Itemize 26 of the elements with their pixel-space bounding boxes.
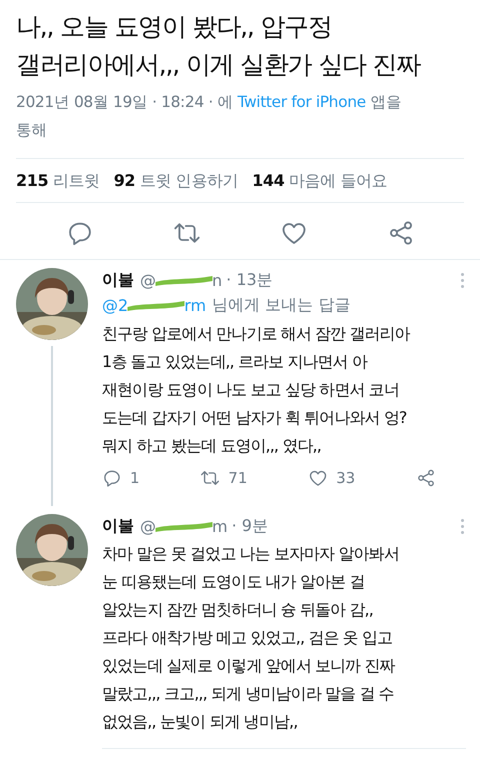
reply-text: 친구랑 압로에서 만나기로 해서 잠깐 갤러리아 1층 돌고 있었는데,, 르라보 지나면서 아 재현이랑 됴영이 나도 보고 싶당 하면서 코너 도는데 갑자기 어떤 남자가 휙 튀어나와서 엉? 뭐지 하고 봤는데 됴영이,,, 였다,, [102,323,412,457]
user-handle: n [212,270,222,290]
stat-link[interactable]: 215 리트윗 [16,171,100,192]
tweet-text: 나,, 오늘 됴영이 봤다,, 압구정 갤러리아에서,,, 이게 실환가 싶다 진짜 [16,11,422,81]
stat-link[interactable]: 92 트윗 인용하기 [114,171,238,192]
redaction-mark [126,299,186,311]
reply-text: 차마 말은 못 걸었고 나는 보자마자 알아봐서 눈 띠용됐는데 됴영이도 내가 알아본 걸 알았는지 잠깐 멈칫하더니 슝 뒤돌아 감,, 프라다 애착가방 메고 있었고,, 검은 옷 입고 있었는데 실제로 이렇게 앞에서 보니까 진짜 말랐고,,, 크고,,, 되게 냉미남이라 말을 걸 수 없었음,, 눈빛이 되게 냉미남,, [102,543,400,733]
heart-icon[interactable] [308,468,328,488]
user-handle: m [212,516,228,536]
share-icon[interactable] [416,468,436,488]
action-count: 71 [228,469,248,487]
redaction-mark [154,274,214,286]
user-name: 이불 [102,270,134,290]
user-handle: @ [140,270,156,290]
redaction-mark [154,520,214,532]
retweet-icon[interactable] [200,468,220,488]
post-time: · 9분 [232,516,268,536]
timestamp: 2021년 08월 19일 · 18:24 · 에 Twitter for iPhone 앱을 통해 [16,92,402,141]
user-handle: @ [140,516,156,536]
post-time: · 13분 [226,270,273,290]
reply-label: 님에게 보내는 답글 [212,294,350,316]
user-name: 이불 [102,516,134,536]
reply-icon[interactable] [102,468,122,488]
action-count: 33 [336,469,356,487]
action-count: 1 [130,469,140,487]
stat-link[interactable]: 144 마음에 들어요 [252,171,388,192]
